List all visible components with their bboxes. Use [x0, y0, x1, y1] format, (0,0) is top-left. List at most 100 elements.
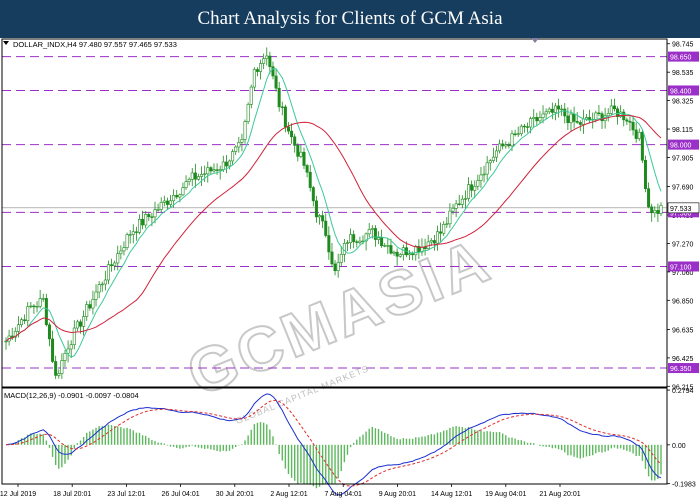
candle-body [224, 161, 228, 167]
candle-body [553, 105, 557, 113]
y-tick-label: 96.635 [672, 327, 694, 334]
x-tick-label: 9 Aug 20:01 [379, 491, 416, 498]
candle-body [299, 151, 303, 157]
candle-body [218, 169, 222, 171]
candle-body [85, 304, 89, 317]
candle-body [215, 169, 219, 171]
candle-body [504, 144, 508, 147]
candle-body [181, 187, 185, 196]
candle-body [606, 113, 610, 117]
candle-body [255, 69, 259, 72]
candle-body [60, 360, 64, 374]
candle-body [175, 195, 179, 198]
candle-body [82, 316, 86, 327]
candle-body [389, 245, 393, 254]
candle-body [324, 220, 328, 236]
candle-body [150, 216, 154, 218]
candle-body [172, 195, 176, 202]
candle-body [392, 251, 396, 254]
candle-body [612, 105, 616, 110]
candle-body [318, 215, 322, 218]
x-tick-label: 21 Aug 20:01 [539, 491, 580, 498]
x-tick-label: 18 Jul 20:01 [53, 491, 91, 498]
candle-body [470, 184, 474, 191]
candle-body [349, 234, 353, 243]
candle-body [498, 143, 502, 152]
x-tick-label: 2 Aug 12:01 [270, 491, 307, 498]
candle-body [293, 136, 297, 146]
candle-body [352, 234, 356, 243]
price-chart[interactable]: GCMASIA GLOBAL CAPITAL MARKETS 98.74598.… [0, 38, 700, 500]
candle-body [653, 210, 657, 214]
candle-body [563, 108, 567, 117]
y-tick-label: 98.745 [672, 42, 694, 49]
candle-body [206, 167, 210, 175]
candle-body [249, 86, 253, 105]
candle-body [116, 253, 120, 264]
candle-body [35, 306, 39, 308]
candle-body [451, 208, 455, 212]
candle-body [203, 173, 207, 175]
candle-body [628, 120, 632, 123]
candle-body [128, 234, 132, 236]
candle-body [153, 209, 157, 218]
candle-body [113, 262, 117, 267]
candle-body [544, 111, 548, 115]
candle-body [91, 299, 95, 309]
candle-body [234, 146, 238, 152]
candle-body [572, 113, 576, 122]
candle-body [488, 160, 492, 164]
candle-body [314, 200, 318, 218]
candle-body [131, 231, 135, 235]
candle-body [454, 203, 458, 209]
candle-body [103, 279, 107, 285]
candle-body [169, 200, 173, 205]
candle-body [339, 254, 343, 263]
x-tick-label: 14 Aug 12:01 [431, 491, 472, 498]
candle-body [448, 210, 452, 225]
candle-body [541, 113, 545, 118]
y-tick-label: 98.535 [672, 70, 694, 77]
y-tick-label: 97.270 [672, 241, 694, 248]
candle-body [196, 176, 200, 180]
candle-body [491, 156, 495, 161]
candle-body [529, 118, 533, 128]
candle-body [29, 305, 33, 308]
candle-body [479, 174, 483, 181]
candle-body [259, 63, 263, 72]
candle-body [156, 209, 160, 211]
candle-body [401, 247, 405, 255]
candle-body [246, 104, 250, 122]
candle-body [302, 151, 306, 166]
candle-body [308, 171, 312, 188]
candle-body [367, 229, 371, 235]
candle-body [106, 264, 110, 281]
macd-label: MACD(12,26,9) -0.0901 -0.0097 -0.0804 [4, 391, 139, 400]
candle-body [519, 125, 523, 134]
candle-body [274, 75, 278, 89]
candle-body [423, 247, 427, 249]
candle-body [252, 69, 256, 88]
candle-body [231, 151, 235, 162]
candle-body [588, 117, 592, 121]
x-tick-label: 12 Jul 2019 [0, 491, 36, 498]
candle-body [165, 200, 169, 205]
y-tick-label: 97.690 [672, 185, 694, 192]
candle-body [609, 105, 613, 114]
x-tick-label: 7 Aug 04:01 [325, 491, 362, 498]
y-tick-label: 98.115 [672, 127, 693, 134]
candle-body [47, 324, 51, 340]
candle-body [594, 112, 598, 120]
candle-body [327, 235, 331, 253]
candle-body [243, 121, 247, 140]
candle-body [26, 306, 30, 322]
candle-body [640, 131, 644, 161]
candle-body [467, 184, 471, 199]
candle-body [32, 305, 36, 308]
candle-body [398, 254, 402, 257]
candle-body [209, 167, 213, 172]
candle-body [510, 133, 514, 147]
candle-body [557, 105, 561, 110]
candle-body [51, 338, 55, 362]
candle-body [190, 172, 194, 180]
